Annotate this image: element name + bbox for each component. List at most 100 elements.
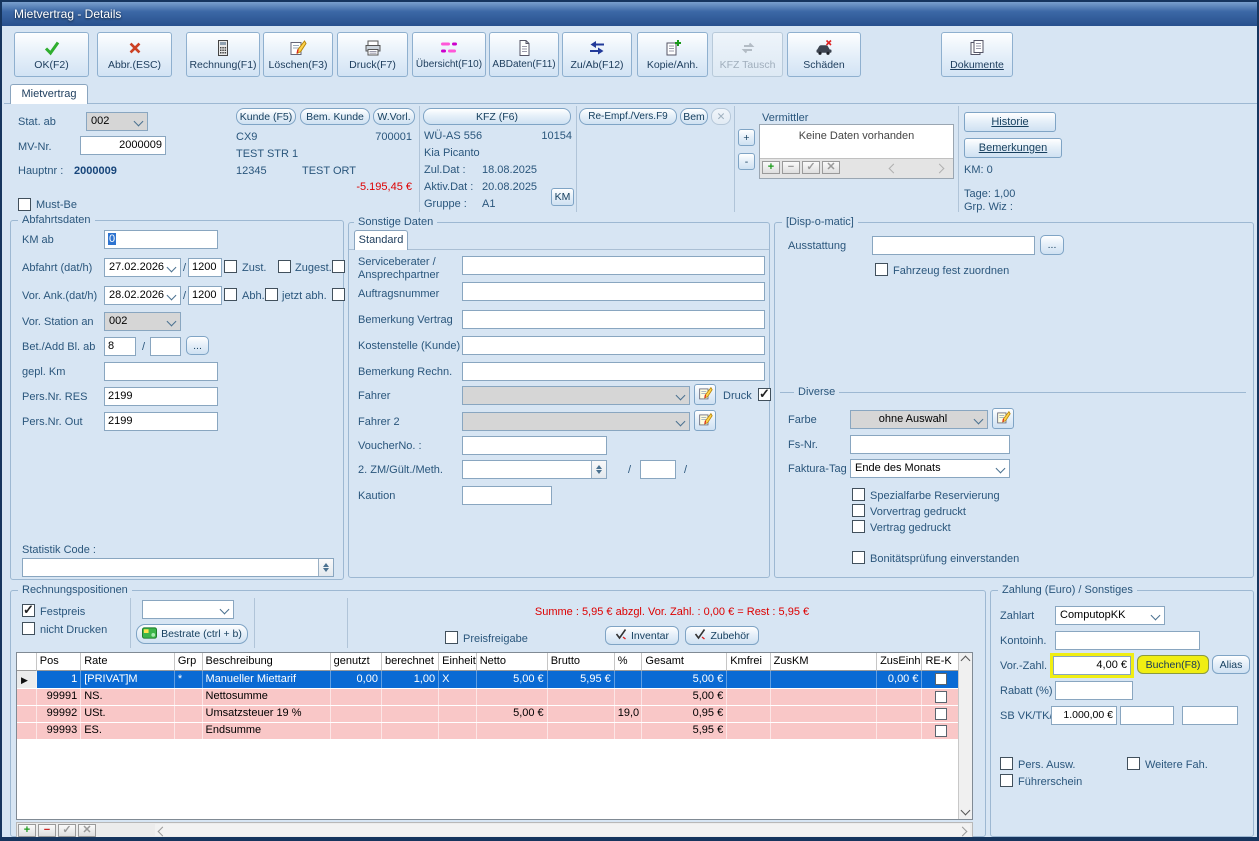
fuehrerschein-checkbox[interactable] [1000,774,1013,787]
prev-arrow-icon[interactable] [889,164,899,174]
bem-kunde-button[interactable]: Bem. Kunde [300,108,370,125]
column-header-zuskm[interactable]: ZusKM [771,653,877,671]
vor-ank-date-select[interactable]: 28.02.2026 [104,286,181,305]
schaeden-button[interactable]: Schäden [787,32,861,77]
inventar-button[interactable]: Inventar [605,626,679,645]
mv-nr-input[interactable]: 2000009 [80,136,166,155]
bestrate-button[interactable]: Bestrate (ctrl + b) [136,624,248,644]
vor-zahl-input[interactable]: 4,00 € [1053,656,1131,675]
buchen-button[interactable]: Buchen(F8) [1137,655,1209,674]
auftragsnummer-input[interactable] [462,282,765,301]
fahrer-select[interactable] [462,386,690,405]
abh-checkbox[interactable] [224,288,237,301]
next-arrow-icon[interactable] [935,164,945,174]
kostenstelle-input[interactable] [462,336,765,355]
farbe-edit-button[interactable] [992,408,1014,429]
festpreis-checkbox[interactable] [22,604,35,617]
alias-button[interactable]: Alias [1212,655,1250,674]
column-header-netto[interactable]: Netto [477,653,548,671]
column-header-grp[interactable]: Grp [175,653,203,671]
scroll-up-icon[interactable] [961,656,971,666]
farbe-select[interactable]: ohne Auswahl [850,410,988,429]
faktura-tag-select[interactable]: Ende des Monats [850,459,1010,478]
vor-ank-time-input[interactable]: 1200 [188,286,222,305]
zugest-checkbox[interactable] [278,260,291,273]
table-row[interactable]: 1 [PRIVAT]M * Manueller Miettarif 0,00 1… [17,671,960,688]
fs-nr-input[interactable] [850,435,1010,454]
zuab-button[interactable]: Zu/Ab(F12) [562,32,632,77]
table-row[interactable]: 99992 USt. Umsatzsteuer 19 % 5,00 € 19,0… [17,705,960,722]
kopie-anhang-button[interactable]: Kopie/Anh. [637,32,708,77]
titlebar[interactable]: Mietvertrag - Details [2,2,1257,26]
delete-record-button[interactable]: − [782,161,800,174]
column-header-prozent[interactable]: % [615,653,643,671]
ausstattung-more-button[interactable]: ... [1040,235,1064,255]
add-record-button[interactable]: + [762,161,780,174]
column-header-rate[interactable]: Rate [81,653,175,671]
fahrer2-edit-button[interactable] [694,410,716,431]
bet-more-button[interactable]: ... [186,336,209,355]
pers-ausw-checkbox[interactable] [1000,757,1013,770]
re-empf-button[interactable]: Re-Empf./Vers.F9 [579,108,677,125]
uebersicht-button[interactable]: Übersicht(F10) [412,32,486,77]
vor-station-select[interactable]: 002 [104,312,181,331]
scroll-left-icon[interactable] [158,827,168,837]
jetzt-abh-checkbox[interactable] [332,288,345,301]
column-header-genutzt[interactable]: genutzt [331,653,382,671]
column-header-zuseinh[interactable]: ZusEinh [877,653,922,671]
horizontal-scrollbar[interactable] [155,824,970,836]
fahrzeug-fest-checkbox[interactable] [875,263,888,276]
rabatt-input[interactable] [1055,681,1133,700]
zm-gueltig-input[interactable] [640,460,676,479]
vermittler-minus-button[interactable]: - [738,153,755,170]
zahlart-select[interactable]: ComputopKK [1055,606,1165,625]
column-header-rek[interactable]: RE-K [922,653,960,671]
weitere-fah-checkbox[interactable] [1127,757,1140,770]
gepl-km-input[interactable] [104,362,218,381]
bemerkung-rechn-input[interactable] [462,362,765,381]
ok-button[interactable]: OK(F2) [14,32,89,77]
loeschen-button[interactable]: Löschen(F3) [263,32,333,77]
sb-vk-input[interactable]: 1.000,00 € [1051,706,1117,725]
add-position-button[interactable]: + [18,824,36,837]
wvorl-button[interactable]: W.Vorl. [373,108,415,125]
rek-checkbox[interactable] [935,691,947,703]
vermittler-plus-button[interactable]: + [738,129,755,146]
druck-checkbox[interactable] [758,388,771,401]
bet-input[interactable]: 8 [104,337,136,356]
column-header-einheit[interactable]: Einheit [439,653,477,671]
sb-extra-input[interactable] [1182,706,1238,725]
statistik-code-input[interactable] [22,558,334,577]
serviceberater-input[interactable] [462,256,765,275]
tab-standard[interactable]: Standard [354,230,408,250]
pers-nr-res-input[interactable]: 2199 [104,387,218,406]
kaution-input[interactable] [462,486,552,505]
table-row[interactable]: 99991 NS. Nettosumme 5,00 € [17,688,960,705]
zust-checkbox[interactable] [224,260,237,273]
column-header-pos[interactable]: Pos [37,653,81,671]
km-ab-input[interactable]: 0 [104,230,218,249]
spinner-icon[interactable] [318,559,333,576]
pers-nr-out-input[interactable]: 2199 [104,412,218,431]
spezialfarbe-checkbox[interactable] [852,488,865,501]
post-position-button[interactable]: ✓ [58,824,76,837]
tab-mietvertrag[interactable]: Mietvertrag [10,84,88,104]
rate-select[interactable] [142,600,234,619]
column-header-kmfrei[interactable]: Kmfrei [727,653,770,671]
fahrer2-select[interactable] [462,412,690,431]
rek-checkbox[interactable] [935,725,947,737]
druck-button[interactable]: Druck(F7) [337,32,408,77]
abdaten-button[interactable]: ABDaten(F11) [489,32,559,77]
abfahrt-time-input[interactable]: 1200 [188,258,222,277]
column-header-brutto[interactable]: Brutto [548,653,615,671]
zubehoer-button[interactable]: Zubehör [685,626,759,645]
spinner-icon[interactable] [591,461,606,478]
ausstattung-input[interactable] [872,236,1035,255]
cancel-position-button[interactable]: ✕ [78,824,96,837]
scroll-right-icon[interactable] [958,827,968,837]
post-record-button[interactable]: ✓ [802,161,820,174]
delete-position-button[interactable]: − [38,824,56,837]
kontoinh-input[interactable] [1055,631,1200,650]
bemerkung-vertrag-input[interactable] [462,310,765,329]
abfahrt-date-select[interactable]: 27.02.2026 [104,258,181,277]
